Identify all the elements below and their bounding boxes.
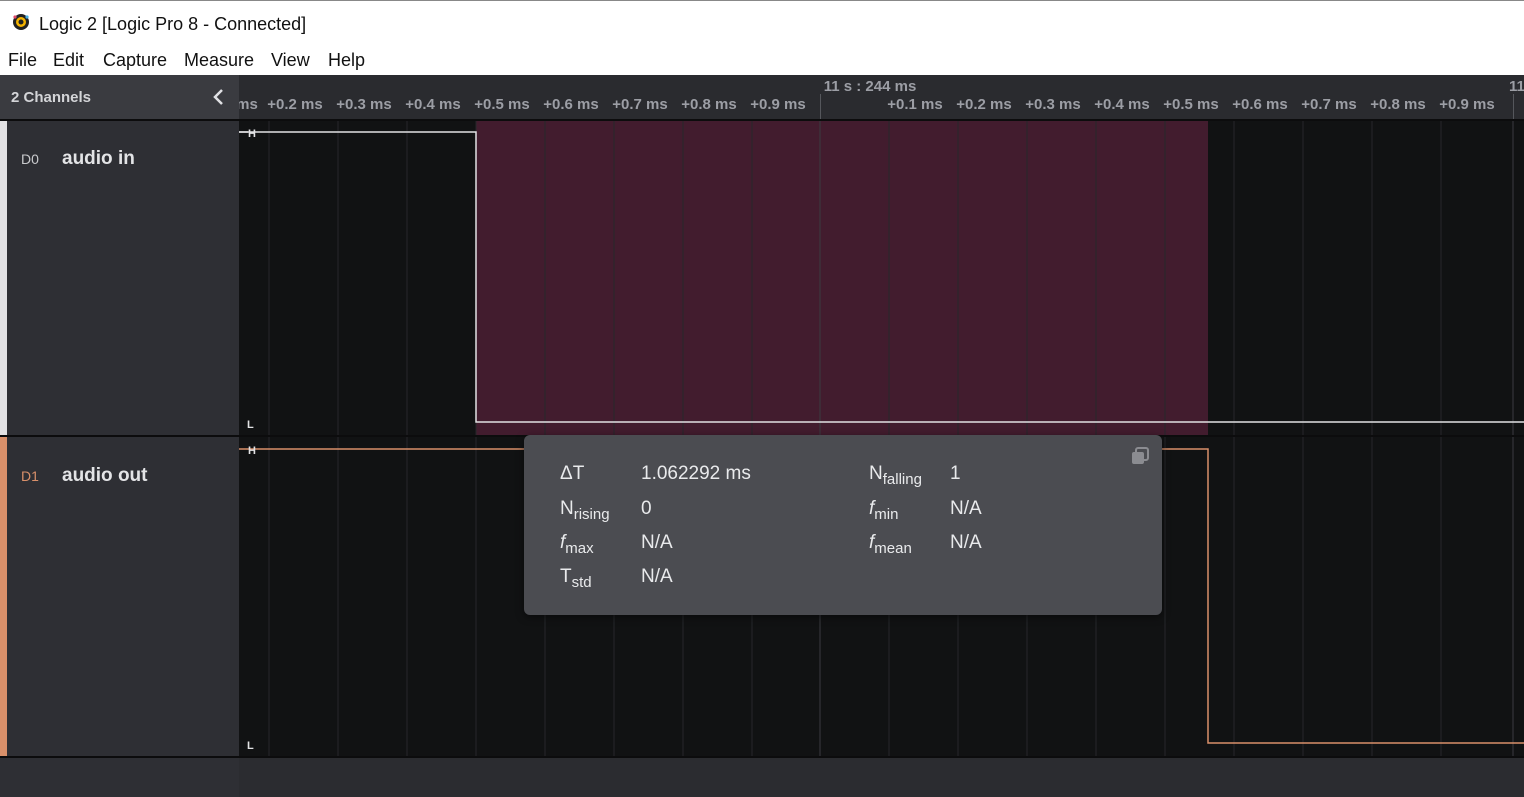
f-max-value: N/A <box>641 532 673 553</box>
timeline-tick: +0.6 ms <box>543 96 599 113</box>
n-rising-value: 0 <box>641 498 652 519</box>
timeline-tick: ms <box>239 96 258 113</box>
d0-high-marker: H <box>248 128 256 140</box>
menu-bar: File Edit Capture Measure View Help <box>0 46 1524 75</box>
f-mean-value: N/A <box>950 532 982 553</box>
timeline-tick: +0.2 ms <box>956 96 1012 113</box>
channel-color-bar <box>0 437 7 756</box>
t-std-label: Tstd <box>560 566 592 591</box>
d1-high-marker: H <box>248 445 256 457</box>
timeline-tick: +0.5 ms <box>1163 96 1219 113</box>
n-falling-value: 1 <box>950 463 961 484</box>
timeline-tick: +0.2 ms <box>267 96 323 113</box>
delta-t-label: ΔT <box>560 463 585 484</box>
n-rising-label: Nrising <box>560 498 610 523</box>
timeline-tick: +0.4 ms <box>405 96 461 113</box>
sidebar-channel-divider <box>0 435 239 437</box>
timeline-tick: +0.3 ms <box>336 96 392 113</box>
channel-color-bar <box>0 121 7 435</box>
f-min-label: fmin <box>869 498 899 523</box>
timeline-tick: +0.8 ms <box>681 96 737 113</box>
t-std-value: N/A <box>641 566 673 587</box>
timeline-center-label: 11 s : 244 ms <box>823 78 917 95</box>
timeline-edge-marker <box>1513 94 1514 119</box>
f-mean-label: fmean <box>869 532 912 557</box>
bottom-sidebar-area <box>0 758 239 797</box>
measurement-selection[interactable] <box>476 121 1208 435</box>
menu-measure[interactable]: Measure <box>184 50 254 71</box>
logic-app-icon <box>13 14 29 30</box>
delta-t-value: 1.062292 ms <box>641 463 751 484</box>
sidebar-header: 2 Channels <box>0 75 239 119</box>
menu-edit[interactable]: Edit <box>53 50 84 71</box>
timeline-center-marker <box>820 94 821 119</box>
channel-count-label: 2 Channels <box>11 89 92 106</box>
menu-capture[interactable]: Capture <box>103 50 167 71</box>
timeline-edge-label: 11 <box>1509 78 1524 95</box>
copy-icon[interactable] <box>1130 446 1150 466</box>
d0-low-marker: L <box>247 419 254 431</box>
timeline-tick: +0.5 ms <box>474 96 530 113</box>
menu-file[interactable]: File <box>8 50 37 71</box>
timeline-tick: +0.3 ms <box>1025 96 1081 113</box>
channel-name[interactable]: audio out <box>62 465 147 487</box>
timeline-tick: +0.7 ms <box>1301 96 1357 113</box>
channel-row-d0[interactable]: D0 audio in <box>0 121 239 435</box>
channel-id: D0 <box>21 151 39 167</box>
menu-view[interactable]: View <box>271 50 310 71</box>
n-falling-label: Nfalling <box>869 463 922 488</box>
timeline-tick: +0.9 ms <box>750 96 806 113</box>
f-max-label: fmax <box>560 532 594 557</box>
title-bar: Logic 2 [Logic Pro 8 - Connected] <box>0 0 1524 46</box>
f-min-value: N/A <box>950 498 982 519</box>
timeline-ruler[interactable]: 11 s : 244 ms 11 ms +0.2 ms +0.3 ms +0.4… <box>239 75 1524 119</box>
timeline-tick: +0.7 ms <box>612 96 668 113</box>
measurement-popup[interactable]: ΔT 1.062292 ms Nfalling 1 Nrising 0 fmin… <box>524 435 1162 615</box>
chevron-left-icon[interactable] <box>209 87 229 107</box>
bottom-panel <box>0 756 1524 797</box>
channel-row-d1[interactable]: D1 audio out <box>0 437 239 756</box>
menu-help[interactable]: Help <box>328 50 365 71</box>
channel-name[interactable]: audio in <box>62 148 135 170</box>
timeline-tick: +0.4 ms <box>1094 96 1150 113</box>
channel-id: D1 <box>21 468 39 484</box>
timeline-tick: +0.8 ms <box>1370 96 1426 113</box>
d1-low-marker: L <box>247 740 254 752</box>
timeline-tick: +0.9 ms <box>1439 96 1495 113</box>
timeline-tick: +0.1 ms <box>887 96 943 113</box>
window-title: Logic 2 [Logic Pro 8 - Connected] <box>39 14 307 34</box>
timeline-tick: +0.6 ms <box>1232 96 1288 113</box>
